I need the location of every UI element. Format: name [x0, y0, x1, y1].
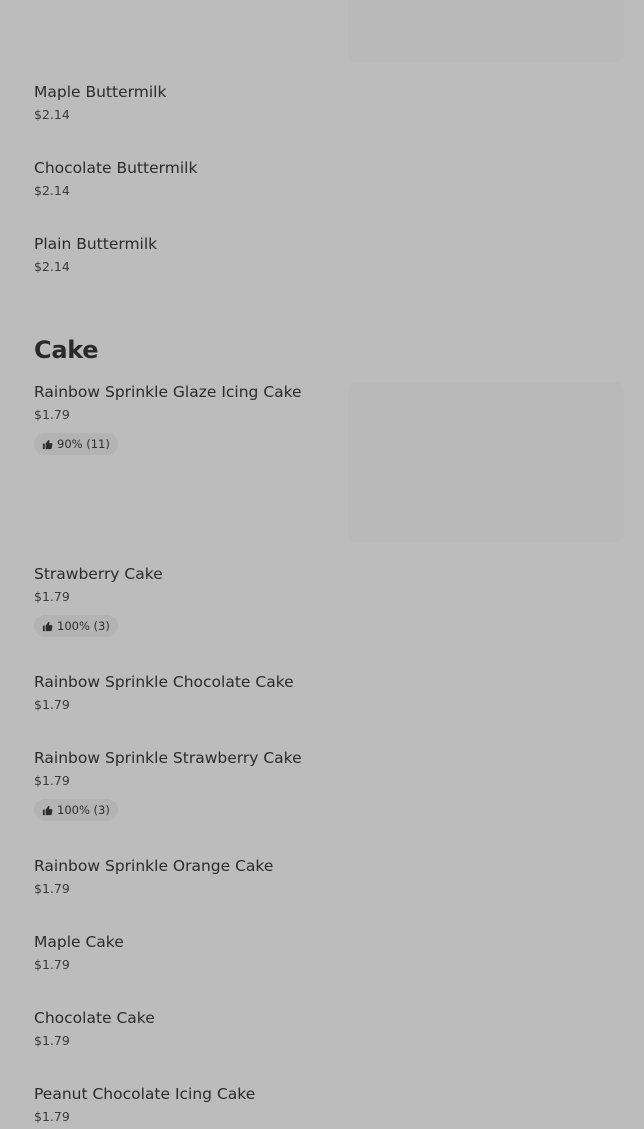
item-price: $1.79	[34, 1109, 70, 1124]
item-price: $1.79	[34, 697, 70, 712]
item-name: Peanut Chocolate Icing Cake	[34, 1085, 256, 1103]
thumbs-up-icon	[42, 621, 57, 632]
section-title-cake: Cake	[34, 336, 99, 364]
item-name: Chocolate Buttermilk	[34, 159, 198, 177]
item-name: Rainbow Sprinkle Chocolate Cake	[34, 673, 294, 691]
item-price: $1.79	[34, 881, 70, 896]
thumbs-up-icon	[42, 805, 57, 816]
menu-item[interactable]: Strawberry Cake $1.79 100% (3)	[34, 564, 334, 637]
rating-text: 100% (3)	[57, 803, 110, 817]
item-image[interactable]	[348, 0, 624, 62]
menu-item[interactable]: Rainbow Sprinkle Glaze Icing Cake $1.79 …	[34, 382, 334, 455]
item-price: $1.79	[34, 589, 70, 604]
item-image[interactable]	[348, 382, 624, 542]
item-name: Rainbow Sprinkle Glaze Icing Cake	[34, 383, 302, 401]
item-price: $2.14	[34, 183, 70, 198]
menu-item[interactable]: Chocolate Cake $1.79	[34, 1008, 334, 1049]
rating-badge: 100% (3)	[34, 615, 118, 637]
rating-text: 90% (11)	[57, 437, 110, 451]
item-name: Strawberry Cake	[34, 565, 163, 583]
item-name: Rainbow Sprinkle Strawberry Cake	[34, 749, 302, 767]
item-name: Rainbow Sprinkle Orange Cake	[34, 857, 274, 875]
menu-item[interactable]: Peanut Chocolate Icing Cake $1.79	[34, 1084, 334, 1125]
item-price: $1.79	[34, 957, 70, 972]
menu-item[interactable]: Plain Buttermilk $2.14	[34, 234, 334, 275]
rating-text: 100% (3)	[57, 619, 110, 633]
item-price: $1.79	[34, 1033, 70, 1048]
thumbs-up-icon	[42, 439, 57, 450]
rating-badge: 90% (11)	[34, 433, 118, 455]
menu-item[interactable]: Rainbow Sprinkle Chocolate Cake $1.79	[34, 672, 334, 713]
item-price: $2.14	[34, 107, 70, 122]
item-price: $2.14	[34, 259, 70, 274]
item-price: $1.79	[34, 773, 70, 788]
menu-item[interactable]: Rainbow Sprinkle Orange Cake $1.79	[34, 856, 334, 897]
item-name: Plain Buttermilk	[34, 235, 158, 253]
menu-item[interactable]: Maple Buttermilk $2.14	[34, 82, 334, 123]
menu-item[interactable]: Chocolate Buttermilk $2.14	[34, 158, 334, 199]
rating-badge: 100% (3)	[34, 799, 118, 821]
menu-item[interactable]: Rainbow Sprinkle Strawberry Cake $1.79 1…	[34, 748, 334, 821]
menu-list: Maple Buttermilk $2.14 Chocolate Butterm…	[0, 0, 644, 1129]
item-name: Maple Cake	[34, 933, 124, 951]
item-name: Maple Buttermilk	[34, 83, 167, 101]
item-name: Chocolate Cake	[34, 1009, 155, 1027]
item-price: $1.79	[34, 407, 70, 422]
menu-item[interactable]: Maple Cake $1.79	[34, 932, 334, 973]
